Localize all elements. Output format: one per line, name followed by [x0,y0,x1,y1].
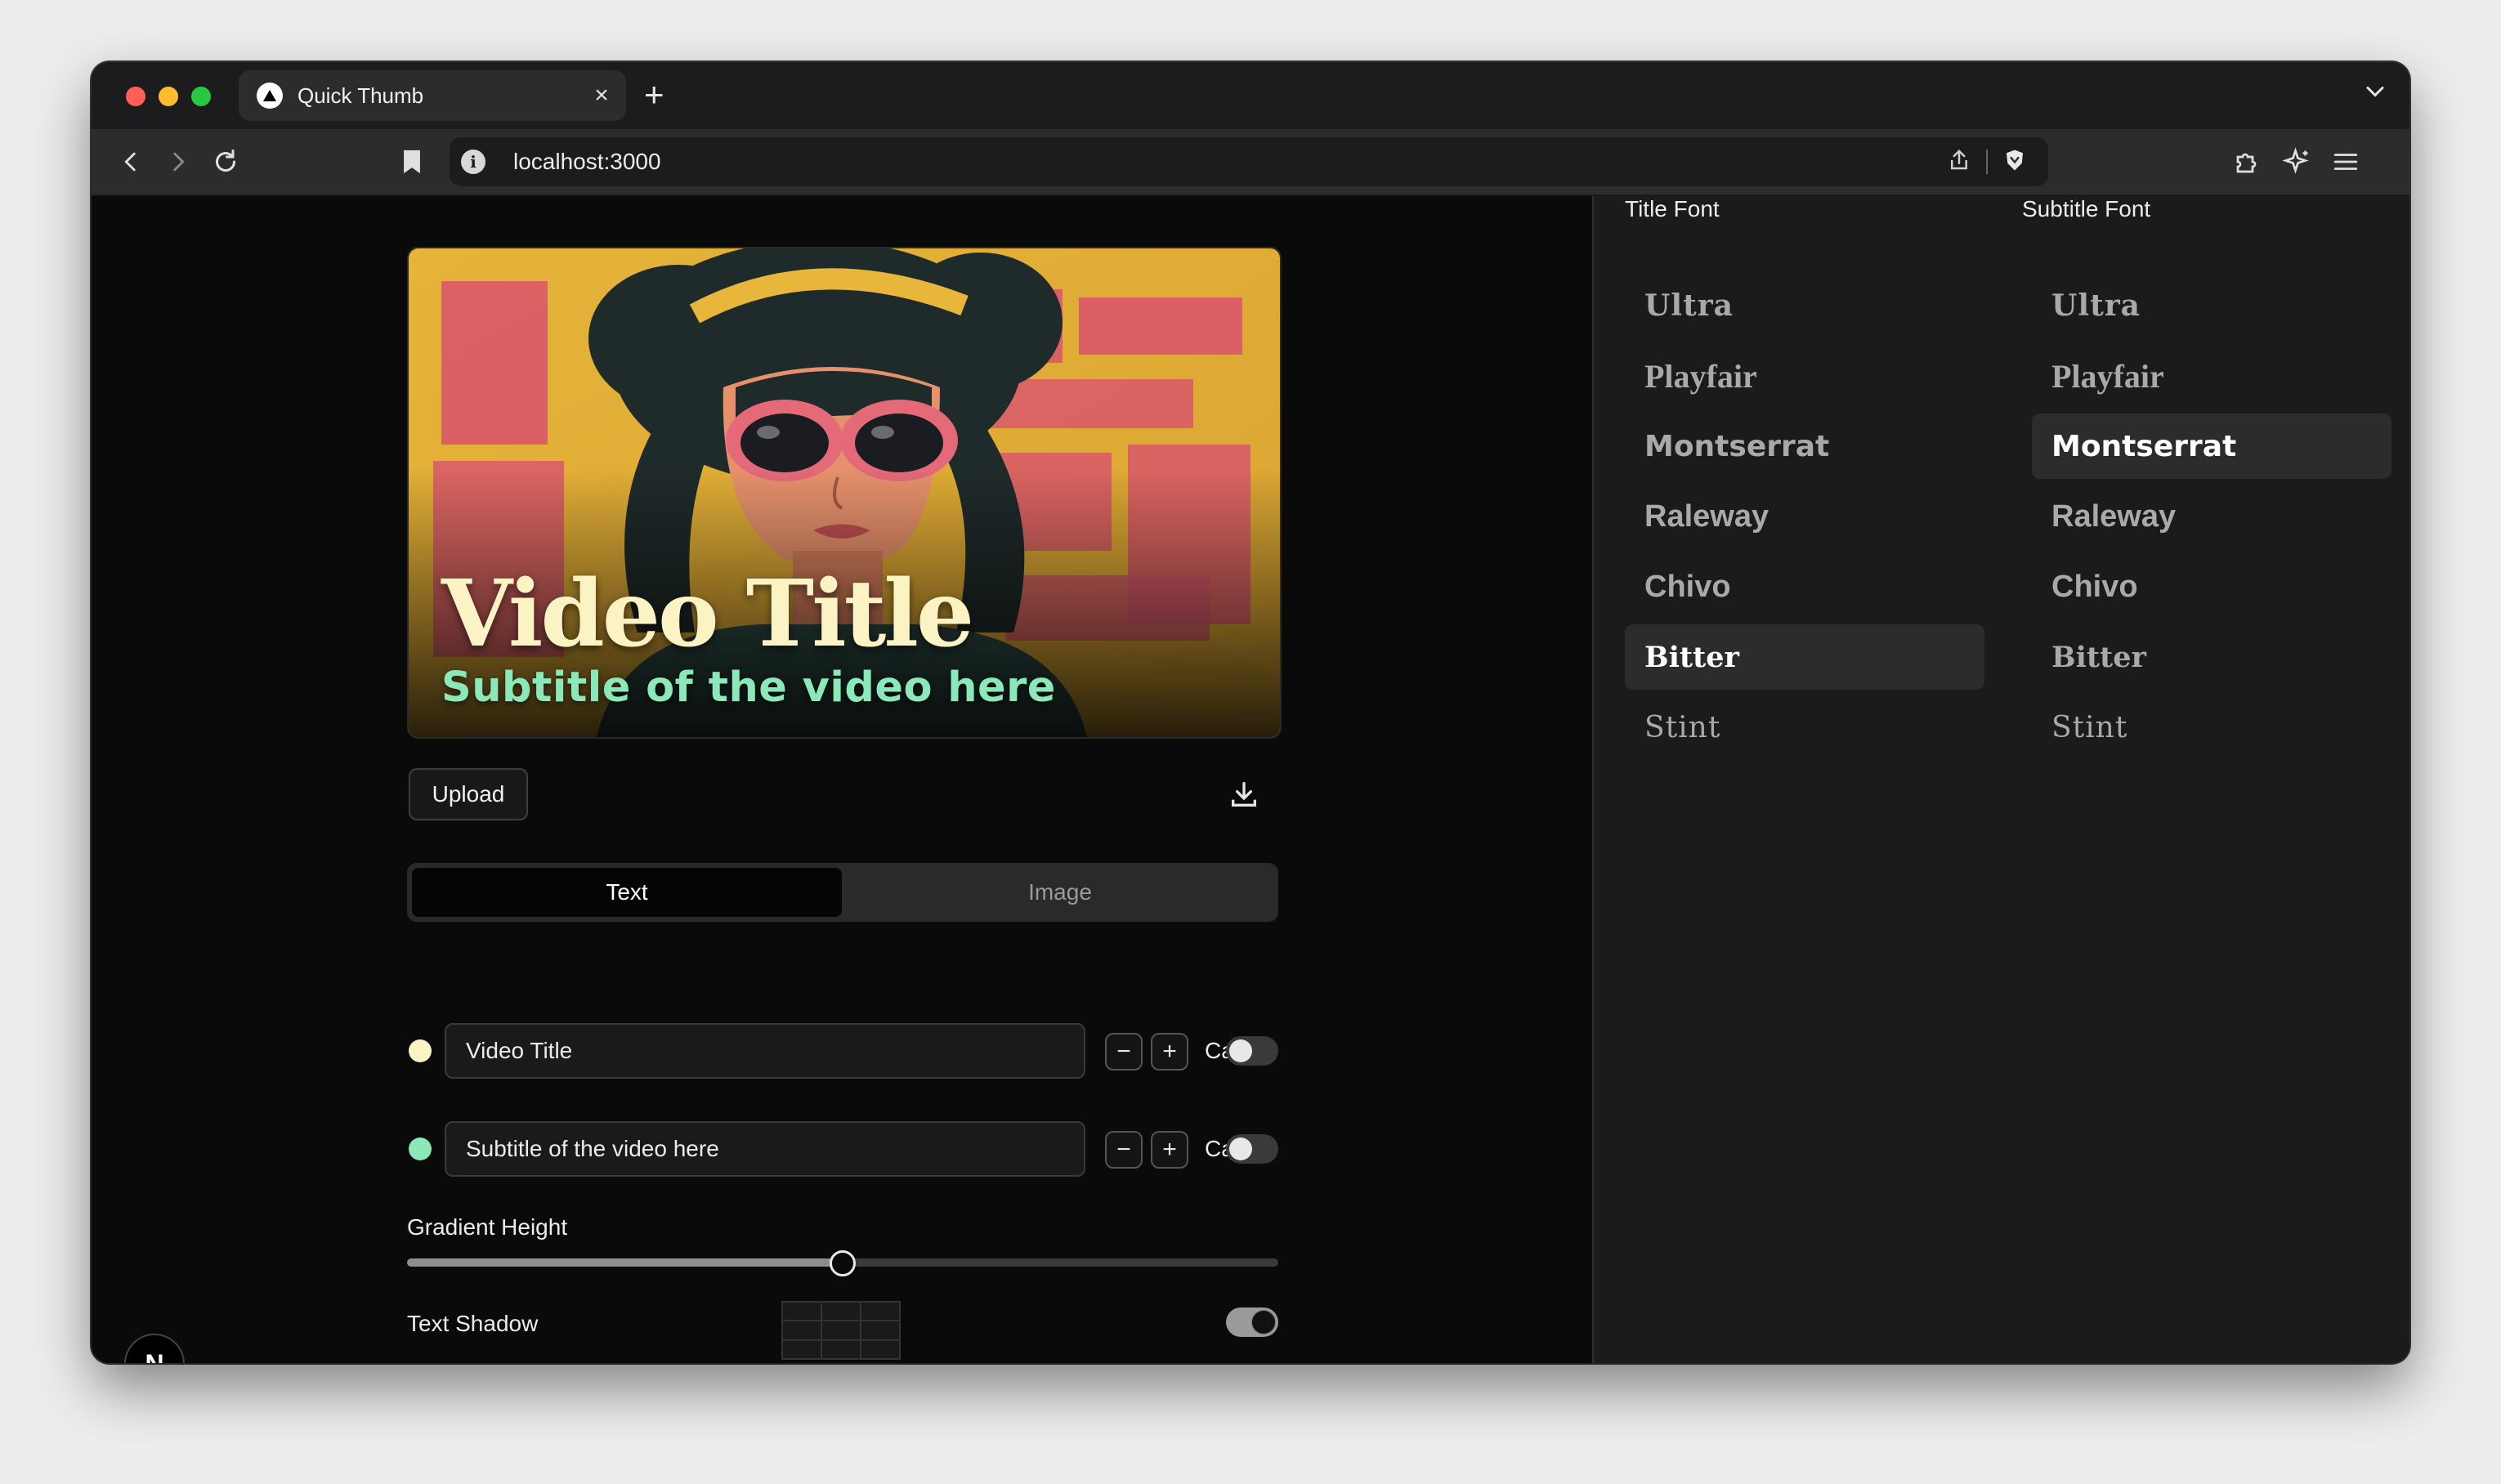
extensions-puzzle-icon[interactable] [2230,144,2266,180]
grid-preview-icon [781,1301,901,1360]
mode-tabs: Text Image [407,863,1278,922]
subtitle-font-option-chivo[interactable]: Chivo [2032,554,2391,619]
subtitle-decrease-button[interactable]: − [1105,1131,1143,1169]
subtitle-font-option-montserrat[interactable]: Montserrat [2032,413,2391,479]
reload-icon[interactable] [208,144,244,180]
thumbnail-subtitle: Subtitle of the video here [441,664,1056,712]
tab-strip: Quick Thumb × + [92,62,2409,129]
subtitle-increase-button[interactable]: + [1151,1131,1188,1169]
browser-window: Quick Thumb × + i localhost:3000 Video T… [92,62,2409,1363]
vercel-favicon-icon [257,83,283,109]
title-font-option-raleway[interactable]: Raleway [1625,484,1984,549]
browser-tab[interactable]: Quick Thumb × [239,70,626,121]
minimize-window-button[interactable] [159,87,178,106]
subtitle-font-option-bitter[interactable]: Bitter [2032,624,2391,690]
upload-button[interactable]: Upload [409,768,528,820]
divider [1986,150,1988,174]
menu-icon[interactable] [2328,144,2364,180]
title-font-option-ultra[interactable]: Ultra [1625,273,1984,338]
subtitle-font-option-playfair[interactable]: Playfair [2032,343,2391,409]
title-caps-toggle[interactable] [1226,1036,1278,1066]
tab-image[interactable]: Image [845,868,1275,917]
tab-close-icon[interactable]: × [585,82,618,110]
font-panel: Title Font Subtitle Font Ultra Playfair Mo… [1592,196,2409,1363]
nextjs-badge[interactable]: N [124,1334,185,1363]
subtitle-font-header: Subtitle Font [2022,196,2151,221]
subtitle-font-option-stint[interactable]: Stint [2032,695,2391,760]
subtitle-input[interactable]: Subtitle of the video here [445,1121,1085,1177]
editor-panel: Video Title Subtitle of the video here U… [92,196,1592,1363]
subtitle-caps-toggle[interactable] [1226,1134,1278,1164]
subtitle-font-option-raleway[interactable]: Raleway [2032,484,2391,549]
thumbnail-preview: Video Title Subtitle of the video here [407,247,1282,739]
text-shadow-toggle[interactable] [1226,1307,1278,1337]
title-font-option-montserrat[interactable]: Montserrat [1625,413,1984,479]
download-icon[interactable] [1228,778,1260,811]
subtitle-color-swatch[interactable] [409,1138,432,1160]
brave-shield-icon[interactable] [2002,147,2027,177]
title-increase-button[interactable]: + [1151,1033,1188,1071]
url-text[interactable]: localhost:3000 [513,149,1947,175]
title-font-header: Title Font [1625,196,1720,221]
gradient-height-label: Gradient Height [407,1214,568,1240]
browser-toolbar: i localhost:3000 [92,129,2409,196]
title-font-option-bitter[interactable]: Bitter [1625,624,1984,690]
title-decrease-button[interactable]: − [1105,1033,1143,1071]
ai-sparkle-icon[interactable] [2279,144,2315,180]
subtitle-font-option-ultra[interactable]: Ultra [2032,273,2391,338]
share-icon[interactable] [1947,147,1971,177]
bookmark-icon[interactable] [394,144,430,180]
tab-title: Quick Thumb [298,83,424,108]
site-info-icon[interactable]: i [461,150,485,174]
slider-fill [407,1258,843,1267]
title-color-swatch[interactable] [409,1039,432,1062]
new-tab-button[interactable]: + [644,74,664,116]
title-input[interactable]: Video Title [445,1023,1085,1079]
back-icon[interactable] [113,144,149,180]
close-window-button[interactable] [126,87,145,106]
address-bar[interactable]: i localhost:3000 [450,137,2048,186]
maximize-window-button[interactable] [191,87,211,106]
title-font-option-chivo[interactable]: Chivo [1625,554,1984,619]
title-font-option-stint[interactable]: Stint [1625,695,1984,760]
title-font-option-playfair[interactable]: Playfair [1625,343,1984,409]
thumbnail-title: Video Title [441,561,974,668]
chevron-down-icon[interactable] [2360,77,2390,110]
forward-icon[interactable] [160,144,196,180]
slider-thumb[interactable] [830,1250,856,1276]
tab-text[interactable]: Text [412,868,842,917]
text-shadow-label: Text Shadow [407,1311,539,1336]
